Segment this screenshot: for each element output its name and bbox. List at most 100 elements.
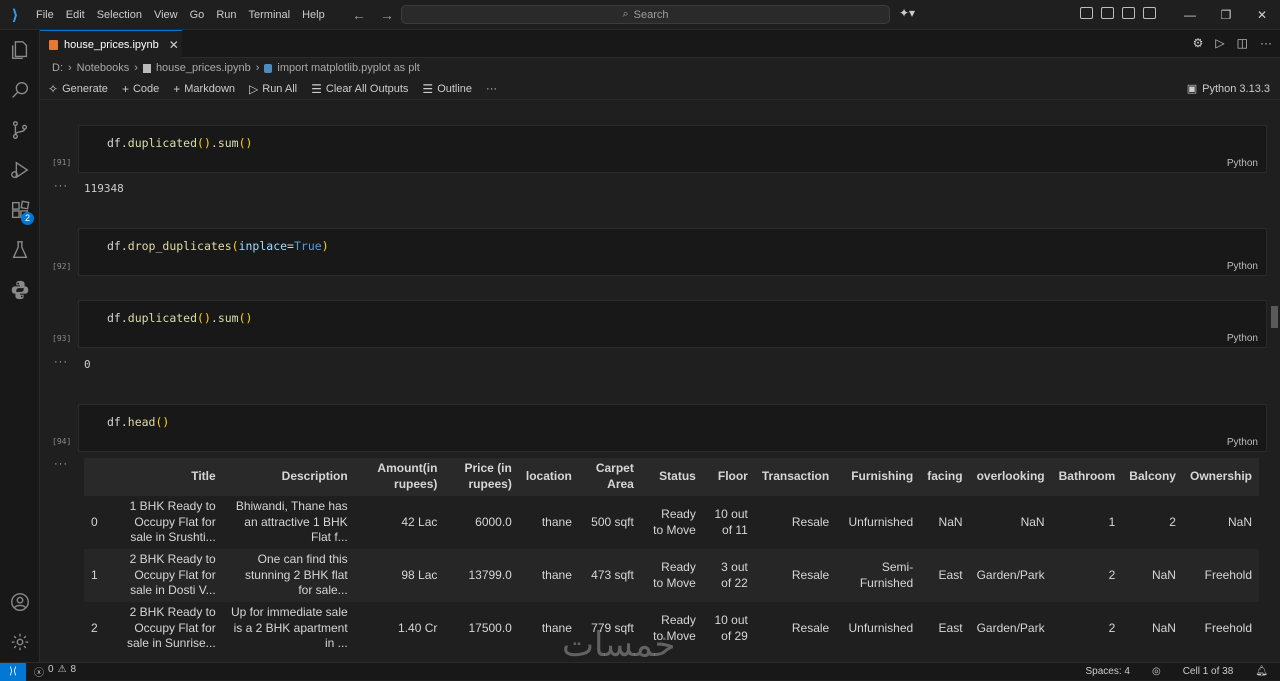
output-more-icon[interactable]: ··· — [54, 356, 68, 368]
generate-button[interactable]: ✧ Generate — [48, 82, 108, 96]
cell-code[interactable]: df.duplicated().sum() — [107, 311, 252, 325]
extensions-icon[interactable]: 2 — [0, 190, 40, 230]
table-cell: Bhiwandi, Thane has an attractive 1 BHK … — [235, 499, 348, 545]
table-header: Transaction — [754, 458, 837, 496]
more-actions-icon[interactable]: ··· — [1260, 36, 1272, 50]
tab-house-prices[interactable]: house_prices.ipynb ✕ — [40, 30, 182, 58]
code-cell[interactable]: df.duplicated().sum() Python — [78, 125, 1267, 173]
back-arrow-icon[interactable]: ← — [352, 7, 366, 23]
scrollbar-thumb[interactable] — [1271, 306, 1278, 328]
menu-view[interactable]: View — [148, 0, 184, 30]
toggle-primary-sidebar-icon[interactable] — [1101, 7, 1114, 19]
run-debug-icon[interactable] — [0, 150, 40, 190]
kernel-label: Python 3.13.3 — [1202, 82, 1270, 95]
toggle-secondary-sidebar-icon[interactable] — [1143, 7, 1156, 19]
notebook-file-icon — [49, 39, 58, 50]
table-cell: 10 out of 11 — [714, 506, 748, 537]
menu-run[interactable]: Run — [210, 0, 242, 30]
table-row: 0 1 BHK Ready to Occupy Flat for sale in… — [84, 496, 1259, 549]
menu-selection[interactable]: Selection — [91, 0, 148, 30]
nav-arrows: ← → — [352, 0, 394, 30]
breadcrumb-drive[interactable]: D: — [52, 62, 63, 74]
cell-language[interactable]: Python — [1227, 333, 1258, 344]
table-cell: 0 — [91, 514, 98, 529]
breadcrumb-symbol[interactable]: import matplotlib.pyplot as plt — [277, 62, 419, 74]
menu-edit[interactable]: Edit — [60, 0, 91, 30]
split-editor-icon[interactable]: ◫ — [1237, 36, 1248, 50]
code-cell[interactable]: df.drop_duplicates(inplace=True) Python — [78, 228, 1267, 276]
table-cell: 98 Lac — [354, 549, 445, 602]
cell-language[interactable]: Python — [1227, 261, 1258, 272]
table-cell: Unfurnished — [848, 620, 914, 635]
tab-close-icon[interactable]: ✕ — [169, 38, 179, 52]
outline-button[interactable]: ☰ Outline — [422, 82, 472, 96]
cell-code[interactable]: df.duplicated().sum() — [107, 136, 252, 150]
accounts-icon[interactable] — [0, 582, 40, 622]
menu-terminal[interactable]: Terminal — [243, 0, 297, 30]
copilot-icon[interactable]: ✦▾ — [899, 6, 915, 20]
manage-gear-icon[interactable] — [0, 622, 40, 662]
menu-help[interactable]: Help — [296, 0, 331, 30]
source-control-icon[interactable] — [0, 110, 40, 150]
status-bar: ⟩⟨ ⓧ 0 ⚠ 8 Spaces: 4 ◎ Cell 1 of 38 🔔︎ — [0, 662, 1280, 681]
table-header: Ownership — [1182, 458, 1259, 496]
problems-indicator[interactable]: ⓧ 0 ⚠ 8 — [26, 664, 76, 679]
table-cell: 473 sqft — [578, 549, 641, 602]
indentation-status[interactable]: Spaces: 4 — [1085, 666, 1129, 677]
testing-flask-icon[interactable] — [0, 230, 40, 270]
add-code-button[interactable]: + Code — [122, 82, 159, 96]
code-cell[interactable]: df.duplicated().sum() Python — [78, 300, 1267, 348]
cell-output: 119348 — [84, 182, 124, 195]
menu-file[interactable]: File — [30, 0, 60, 30]
notifications-bell-icon[interactable]: 🔔︎ — [1255, 666, 1268, 677]
breadcrumb-file[interactable]: house_prices.ipynb — [156, 62, 251, 74]
table-header: Amount(in rupees) — [354, 458, 445, 496]
minimize-icon[interactable]: — — [1172, 0, 1208, 30]
code-cell[interactable]: df.head() Python — [78, 404, 1267, 452]
add-markdown-button[interactable]: + Markdown — [173, 82, 235, 96]
table-cell: 2 — [1169, 514, 1176, 529]
kernel-picker[interactable]: ▣ Python 3.13.3 — [1187, 82, 1270, 96]
table-header: Bathroom — [1051, 458, 1123, 496]
cell-code[interactable]: df.drop_duplicates(inplace=True) — [107, 239, 329, 253]
explorer-icon[interactable] — [0, 30, 40, 70]
breadcrumb-folder[interactable]: Notebooks — [77, 62, 130, 74]
copilot-status-icon[interactable]: ◎ — [1152, 666, 1161, 677]
cell-code[interactable]: df.head() — [107, 415, 169, 429]
customize-layout-icon[interactable] — [1080, 7, 1093, 19]
watermark-logo: خمسات — [562, 625, 676, 665]
plus-icon: + — [121, 81, 129, 96]
menu-go[interactable]: Go — [184, 0, 211, 30]
table-header: facing — [920, 458, 970, 496]
remote-indicator-icon[interactable]: ⟩⟨ — [0, 662, 26, 681]
notebook-file-icon — [142, 63, 151, 73]
settings-gear-icon[interactable]: ⚙ — [1193, 36, 1204, 50]
output-more-icon[interactable]: ··· — [54, 180, 68, 192]
run-all-button[interactable]: ▷ Run All — [249, 82, 297, 96]
table-header: Balcony — [1122, 458, 1183, 496]
table-cell: 3 out of 22 — [702, 549, 755, 602]
clear-label: Clear All Outputs — [325, 82, 409, 95]
toolbar-more-button[interactable]: ··· — [486, 83, 497, 95]
menu-bar: File Edit Selection View Go Run Terminal… — [30, 0, 331, 30]
clear-outputs-button[interactable]: ☰ Clear All Outputs — [311, 82, 408, 96]
execution-count: [91] — [52, 158, 72, 167]
table-header: Carpet Area — [578, 458, 641, 496]
cell-language[interactable]: Python — [1227, 437, 1258, 448]
output-more-icon[interactable]: ··· — [54, 458, 68, 470]
forward-arrow-icon[interactable]: → — [380, 7, 394, 23]
search-view-icon[interactable] — [0, 70, 40, 110]
execution-count: [92] — [52, 262, 72, 271]
run-all-label: Run All — [262, 82, 298, 95]
table-row: 1 2 BHK Ready to Occupy Flat for sale in… — [84, 549, 1259, 602]
maximize-icon[interactable]: ❐ — [1208, 0, 1244, 30]
toggle-panel-icon[interactable] — [1122, 7, 1135, 19]
run-icon[interactable]: ▷ — [1215, 36, 1224, 50]
command-center-search[interactable]: ⌕ Search — [401, 5, 890, 24]
cell-language[interactable]: Python — [1227, 158, 1258, 169]
close-icon[interactable]: ✕ — [1244, 0, 1280, 30]
table-cell: 500 sqft — [591, 514, 634, 529]
table-header: Status — [640, 458, 703, 496]
python-icon[interactable] — [0, 270, 40, 310]
cell-position-status[interactable]: Cell 1 of 38 — [1183, 666, 1234, 677]
